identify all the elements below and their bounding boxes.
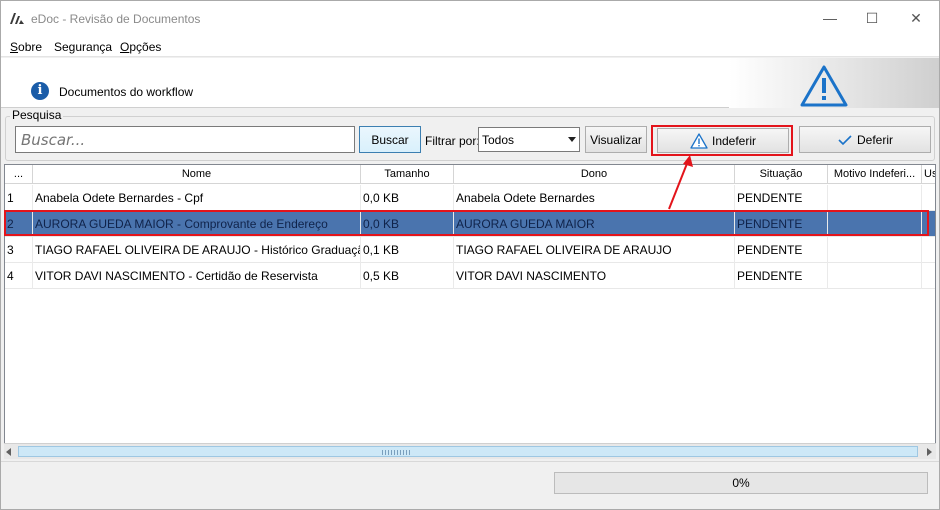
cell-motivo bbox=[828, 237, 922, 263]
cell-dono: VITOR DAVI NASCIMENTO bbox=[454, 263, 735, 289]
menu-bar: Sobre Segurança Opções bbox=[1, 35, 939, 57]
maximize-icon: ☐ bbox=[865, 9, 879, 26]
checkmark-icon bbox=[838, 134, 852, 145]
cell-nome: VITOR DAVI NASCIMENTO - Certidão de Rese… bbox=[33, 263, 361, 289]
minimize-icon: — bbox=[823, 10, 837, 26]
menu-seguranca[interactable]: Segurança bbox=[54, 40, 112, 54]
app-window: eDoc - Revisão de Documentos — ☐ ✕ Sobre… bbox=[0, 0, 940, 510]
filter-selected-value: Todos bbox=[482, 133, 515, 147]
search-group-label: Pesquisa bbox=[10, 108, 64, 122]
table-row[interactable]: 3 TIAGO RAFAEL OLIVEIRA DE ARAUJO - Hist… bbox=[5, 237, 935, 263]
banner-title: Documentos do workflow bbox=[59, 85, 194, 99]
cell-index: 1 bbox=[5, 185, 33, 211]
view-button[interactable]: Visualizar bbox=[585, 126, 647, 153]
cell-tamanho: 0,5 KB bbox=[361, 263, 454, 289]
approve-button[interactable]: Deferir bbox=[799, 126, 931, 153]
app-logo-icon bbox=[10, 13, 24, 24]
progress-bar: 0% bbox=[554, 472, 928, 494]
cell-motivo bbox=[828, 263, 922, 289]
cell-tamanho: 0,1 KB bbox=[361, 237, 454, 263]
column-header-tamanho[interactable]: Tamanho bbox=[361, 165, 454, 184]
cell-index: 3 bbox=[5, 237, 33, 263]
cell-situacao: PENDENTE bbox=[735, 185, 828, 211]
menu-opcoes[interactable]: Opções bbox=[120, 40, 161, 54]
info-icon: i bbox=[31, 82, 49, 100]
cell-motivo bbox=[828, 185, 922, 211]
cell-situacao: PENDENTE bbox=[735, 237, 828, 263]
minimize-button[interactable]: — bbox=[807, 1, 853, 35]
scrollbar-thumb[interactable] bbox=[18, 446, 918, 457]
cell-tamanho: 0,0 KB bbox=[361, 185, 454, 211]
column-header-index[interactable]: ... bbox=[5, 165, 33, 184]
maximize-button[interactable]: ☐ bbox=[849, 1, 895, 35]
approve-button-label: Deferir bbox=[856, 132, 893, 147]
selected-row-highlight bbox=[4, 210, 929, 236]
annotation-arrow bbox=[668, 155, 693, 210]
cell-dono: TIAGO RAFAEL OLIVEIRA DE ARAUJO bbox=[454, 237, 735, 263]
cell-nome: Anabela Odete Bernardes - Cpf bbox=[33, 185, 361, 211]
progress-label: 0% bbox=[732, 476, 750, 490]
cell-nome: TIAGO RAFAEL OLIVEIRA DE ARAUJO - Histór… bbox=[33, 237, 361, 263]
column-header-situacao[interactable]: Situação bbox=[735, 165, 828, 184]
chevron-down-icon bbox=[568, 137, 576, 142]
window-title: eDoc - Revisão de Documentos bbox=[31, 12, 201, 26]
column-header-nome[interactable]: Nome bbox=[33, 165, 361, 184]
menu-sobre[interactable]: Sobre bbox=[10, 40, 42, 54]
table-row[interactable]: 1 Anabela Odete Bernardes - Cpf 0,0 KB A… bbox=[5, 185, 935, 211]
scrollbar-grip bbox=[382, 450, 410, 455]
filter-label: Filtrar por: bbox=[425, 134, 480, 148]
scroll-right-icon[interactable] bbox=[927, 448, 932, 456]
documents-table[interactable]: ... Nome Tamanho Dono Situação Motivo In… bbox=[4, 164, 936, 459]
column-header-motivo[interactable]: Motivo Indeferi... bbox=[828, 165, 922, 184]
column-header-us[interactable]: Us bbox=[922, 165, 935, 184]
search-button-label: Buscar bbox=[371, 132, 409, 147]
search-input[interactable] bbox=[15, 126, 355, 153]
cell-index: 4 bbox=[5, 263, 33, 289]
table-row[interactable]: 4 VITOR DAVI NASCIMENTO - Certidão de Re… bbox=[5, 263, 935, 289]
warning-icon bbox=[800, 65, 848, 107]
close-button[interactable]: ✕ bbox=[893, 1, 939, 35]
table-header: ... Nome Tamanho Dono Situação Motivo In… bbox=[5, 165, 935, 184]
close-icon: ✕ bbox=[910, 9, 922, 26]
horizontal-scrollbar[interactable] bbox=[4, 443, 936, 459]
view-button-label: Visualizar bbox=[590, 132, 642, 147]
cell-situacao: PENDENTE bbox=[735, 263, 828, 289]
scroll-left-icon[interactable] bbox=[6, 448, 11, 456]
title-bar: eDoc - Revisão de Documentos — ☐ ✕ bbox=[1, 1, 939, 35]
filter-select[interactable]: Todos bbox=[478, 127, 580, 152]
search-button[interactable]: Buscar bbox=[359, 126, 421, 153]
